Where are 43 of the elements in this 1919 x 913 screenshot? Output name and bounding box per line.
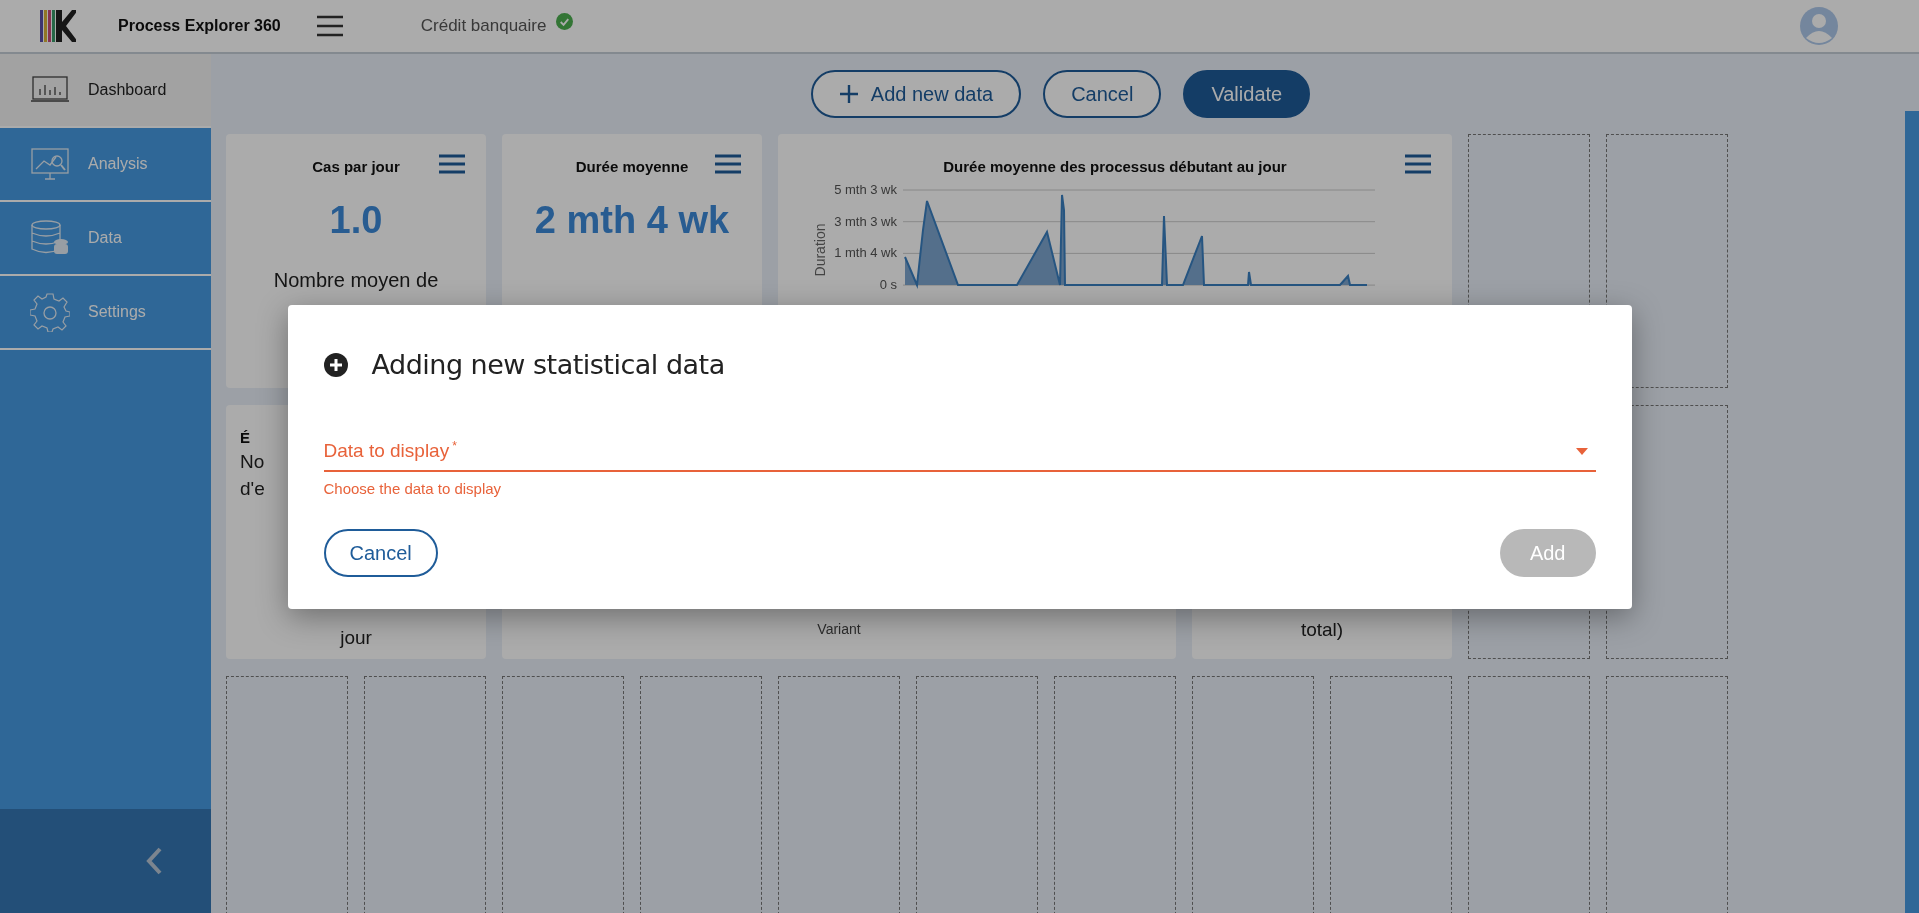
- kpi-value: 1.0: [329, 198, 383, 243]
- app-title: Process Explorer 360: [118, 17, 281, 35]
- menu-icon[interactable]: [714, 154, 742, 174]
- toolbar-button[interactable]: Validate: [1183, 70, 1311, 118]
- card-footer-text: jour: [340, 627, 372, 649]
- select-field[interactable]: Data to display$^{*}$: [323, 432, 1596, 472]
- axis-tick-label: 3 mth 3 wk: [834, 213, 897, 229]
- plus-icon: [838, 84, 859, 104]
- helper-text: Choose the data to display: [323, 480, 503, 497]
- card-title: Cas par jour: [312, 157, 400, 175]
- database-icon: [30, 220, 70, 256]
- menu-icon[interactable]: [314, 15, 345, 37]
- card-description: d'e: [240, 476, 265, 501]
- card-description: No: [240, 450, 265, 474]
- cancel-button[interactable]: Cancel: [323, 529, 438, 577]
- axis-tick-label: 1 mth 4 wk: [834, 245, 897, 261]
- toolbar-button[interactable]: Cancel: [1043, 70, 1162, 118]
- card-title: É: [240, 428, 250, 446]
- axis-title: Duration: [812, 223, 828, 277]
- kpi-value: 2 mth 4 wk: [534, 198, 730, 243]
- card-footer-text: Variant: [817, 621, 861, 637]
- scrollbar[interactable]: [1905, 111, 1919, 913]
- sidebar-item[interactable]: Analysis: [0, 128, 211, 202]
- toolbar-button[interactable]: Add new data: [810, 70, 1022, 118]
- sidebar-item[interactable]: Settings: [0, 276, 211, 350]
- dataset-name: Crédit banquaire: [420, 16, 547, 36]
- plus-circle-icon: [323, 352, 348, 377]
- dropdown-caret-icon: [1575, 447, 1588, 455]
- card-description: Nombre moyen de: [273, 269, 439, 293]
- monitor-magnifier-icon: [30, 147, 70, 181]
- card-footer-text: total): [1300, 619, 1344, 641]
- logo-icon: [40, 10, 76, 42]
- axis-tick-label: 0 s: [879, 277, 897, 290]
- monitor-chart-icon: [30, 75, 70, 105]
- sidebar-item[interactable]: Data: [0, 202, 211, 276]
- menu-icon[interactable]: [1404, 154, 1432, 174]
- menu-icon[interactable]: [438, 154, 466, 174]
- card-title: Durée moyenne des processus débutant au jour: [943, 157, 1287, 175]
- sidebar-item[interactable]: Dashboard: [0, 54, 211, 128]
- axis-tick-label: 5 mth 3 wk: [834, 182, 897, 197]
- dialog-title: Adding new statistical data: [371, 349, 725, 380]
- gear-icon: [30, 292, 70, 332]
- card-title: Durée moyenne: [575, 157, 689, 175]
